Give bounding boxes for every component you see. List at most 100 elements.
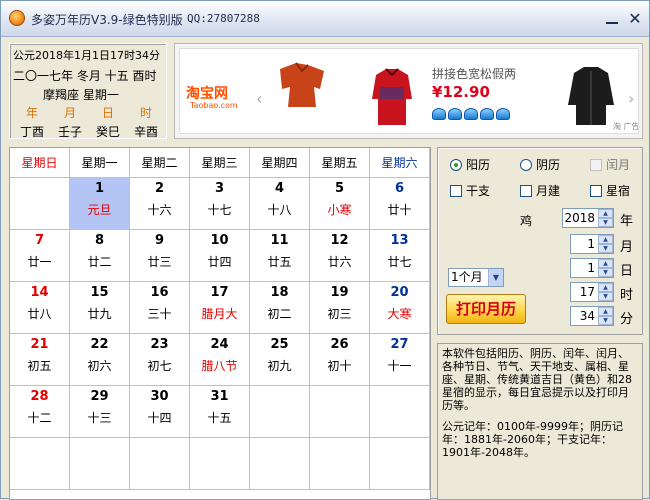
weekday-header: 星期六 <box>370 148 430 178</box>
day-cell[interactable]: 18 初二 <box>250 282 310 334</box>
day-cell[interactable]: 16 三十 <box>130 282 190 334</box>
day-cell[interactable]: 4 十八 <box>250 178 310 230</box>
print-calendar-button[interactable]: 打印月历 <box>446 294 526 324</box>
month-up-icon[interactable]: ▲ <box>598 235 613 244</box>
day-cell[interactable]: 28 十二 <box>10 386 70 438</box>
day-cell[interactable]: 8 廿二 <box>70 230 130 282</box>
day-cell[interactable]: 23 初七 <box>130 334 190 386</box>
check-ganzhi[interactable]: 干支 <box>450 182 490 199</box>
empty-day-cell <box>70 438 130 490</box>
print-range-select[interactable]: 1个月 ▼ <box>448 268 504 287</box>
ad-content[interactable]: 淘宝网 Taobao.com ‹ 拼接色宽松假两 ¥12.90 › 淘 广告 <box>179 48 639 134</box>
day-number: 11 <box>270 233 289 248</box>
radio-lunar-button[interactable] <box>520 159 532 171</box>
month-down-icon[interactable]: ▼ <box>598 244 613 253</box>
empty-day-cell <box>370 386 430 438</box>
day-cell[interactable]: 7 廿一 <box>10 230 70 282</box>
radio-solar[interactable]: 阳历 <box>450 156 490 173</box>
hour-down-icon[interactable]: ▼ <box>598 292 613 301</box>
day-cell[interactable]: 11 廿五 <box>250 230 310 282</box>
day-cell[interactable]: 15 廿九 <box>70 282 130 334</box>
empty-day-cell <box>190 438 250 490</box>
hour-spinner[interactable]: 17 ▲ ▼ <box>570 282 614 302</box>
month-unit: 月 <box>620 240 634 255</box>
day-cell[interactable]: 6 廿十 <box>370 178 430 230</box>
day-number: 5 <box>334 181 345 196</box>
month-spinner[interactable]: 1 ▲ ▼ <box>570 234 614 254</box>
minute-down-icon[interactable]: ▼ <box>598 316 613 325</box>
lunar-day: 廿四 <box>207 255 232 269</box>
radio-solar-label: 阳历 <box>466 158 491 172</box>
lunar-day: 初七 <box>147 359 172 373</box>
check-yuejian[interactable]: 月建 <box>520 182 560 199</box>
day-spinner[interactable]: 1 ▲ ▼ <box>570 258 614 278</box>
year-spinner[interactable]: 2018 ▲ ▼ <box>562 208 614 228</box>
day-cell[interactable]: 14 廿八 <box>10 282 70 334</box>
day-cell[interactable]: 12 廿六 <box>310 230 370 282</box>
empty-day-cell <box>10 438 70 490</box>
day-cell[interactable]: 5 小寒 <box>310 178 370 230</box>
day-number: 20 <box>390 285 409 300</box>
minute-spinner[interactable]: 34 ▲ ▼ <box>570 306 614 326</box>
check-yuejian-box[interactable] <box>520 185 532 197</box>
day-cell[interactable]: 1 元旦 <box>70 178 130 230</box>
day-number: 26 <box>330 337 349 352</box>
day-cell[interactable]: 22 初六 <box>70 334 130 386</box>
ad-prev-arrow[interactable]: ‹ <box>256 89 262 108</box>
day-cell[interactable]: 17 腊月大 <box>190 282 250 334</box>
product-name[interactable]: 拼接色宽松假两 <box>432 65 516 82</box>
month-value[interactable]: 1 <box>587 237 595 251</box>
day-number: 13 <box>390 233 409 248</box>
day-cell[interactable]: 31 十五 <box>190 386 250 438</box>
day-cell[interactable]: 24 腊八节 <box>190 334 250 386</box>
ad-banner[interactable]: 淘宝网 Taobao.com ‹ 拼接色宽松假两 ¥12.90 › 淘 广告 <box>174 43 643 139</box>
day-cell[interactable]: 29 十三 <box>70 386 130 438</box>
day-number: 22 <box>90 337 109 352</box>
ganzhi-label-day: 日 <box>101 106 114 120</box>
product-image-red-top[interactable] <box>366 65 418 129</box>
day-down-icon[interactable]: ▼ <box>598 268 613 277</box>
lunar-day: 初三 <box>327 307 352 321</box>
minute-up-icon[interactable]: ▲ <box>598 307 613 316</box>
ad-next-arrow[interactable]: › <box>628 89 634 108</box>
day-cell[interactable]: 21 初五 <box>10 334 70 386</box>
radio-solar-button[interactable] <box>450 159 462 171</box>
day-number: 28 <box>30 389 49 404</box>
day-cell[interactable]: 19 初三 <box>310 282 370 334</box>
lunar-day: 大寒 <box>387 307 412 321</box>
hour-value[interactable]: 17 <box>580 285 595 299</box>
day-cell[interactable]: 9 廿三 <box>130 230 190 282</box>
weekday-header: 星期五 <box>310 148 370 178</box>
year-value[interactable]: 2018 <box>564 211 595 225</box>
product-image-jacket[interactable] <box>566 65 616 127</box>
day-cell[interactable]: 2 十六 <box>130 178 190 230</box>
product-image-sweater[interactable] <box>274 59 330 111</box>
title-bar[interactable]: 多姿万年历V3.9-绿色特别版 QQ:27807288 ✕ <box>1 1 649 37</box>
day-cell[interactable]: 26 初十 <box>310 334 370 386</box>
day-value[interactable]: 1 <box>587 261 595 275</box>
year-down-icon[interactable]: ▼ <box>598 218 613 227</box>
close-icon: ✕ <box>628 9 642 28</box>
day-cell[interactable]: 30 十四 <box>130 386 190 438</box>
minimize-button[interactable] <box>603 10 621 28</box>
hour-up-icon[interactable]: ▲ <box>598 283 613 292</box>
day-cell[interactable]: 20 大寒 <box>370 282 430 334</box>
day-number: 15 <box>90 285 109 300</box>
check-xingxiu-box[interactable] <box>590 185 602 197</box>
chevron-down-icon[interactable]: ▼ <box>488 269 503 286</box>
check-leap-month-box <box>590 159 602 171</box>
day-up-icon[interactable]: ▲ <box>598 259 613 268</box>
day-cell[interactable]: 25 初九 <box>250 334 310 386</box>
lunar-day: 廿十 <box>387 203 412 217</box>
print-range-value[interactable]: 1个月 <box>451 270 483 284</box>
close-button[interactable]: ✕ <box>626 10 644 28</box>
day-cell[interactable]: 10 廿四 <box>190 230 250 282</box>
check-ganzhi-box[interactable] <box>450 185 462 197</box>
check-xingxiu[interactable]: 星宿 <box>590 182 630 199</box>
day-cell[interactable]: 13 廿七 <box>370 230 430 282</box>
radio-lunar[interactable]: 阴历 <box>520 156 560 173</box>
day-cell[interactable]: 27 十一 <box>370 334 430 386</box>
minute-value[interactable]: 34 <box>580 309 595 323</box>
year-up-icon[interactable]: ▲ <box>598 209 613 218</box>
day-cell[interactable]: 3 十七 <box>190 178 250 230</box>
